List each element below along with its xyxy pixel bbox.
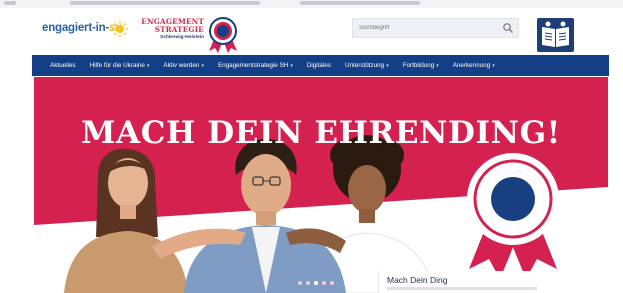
leichte-sprache-icon — [542, 21, 569, 47]
hero-headline: MACH DEIN EHRENDING! — [81, 114, 561, 151]
hero-banner: MACH DEIN EHRENDING! Mach Dein Ding — [34, 77, 608, 293]
caret-down-icon: ▾ — [146, 62, 150, 69]
carousel-dot[interactable] — [314, 281, 318, 285]
site-header: engagiert-in-SH ENGAGEMENT STRATEGIE Sch… — [0, 8, 623, 54]
nav-item[interactable]: Digitales — [307, 62, 331, 69]
carousel-dot[interactable] — [306, 281, 310, 285]
nav-list: Aktuelles Hilfe für die Ukraine ▾ Aktiv wer… — [32, 55, 609, 76]
carousel-dot[interactable] — [330, 281, 334, 285]
search-box — [352, 18, 519, 38]
main-navigation: Aktuelles Hilfe für die Ukraine ▾ Aktiv wer… — [32, 55, 609, 76]
strategy-line-3: Schleswig-Holstein — [160, 35, 204, 40]
strategy-line-2: STRATEGIE — [154, 25, 204, 34]
nav-item-label: Anerkennung — [452, 62, 491, 69]
carousel-indicators — [296, 281, 336, 285]
engagiert-in-sh-logo[interactable]: engagiert-in-SH — [42, 22, 121, 34]
rosette-badge-icon — [209, 17, 237, 53]
leichte-sprache-button[interactable] — [537, 18, 574, 52]
slide-caption-text-line — [387, 287, 537, 290]
engagementstrategie-logo[interactable]: ENGAGEMENT STRATEGIE Schleswig-Holstein — [140, 18, 204, 41]
nav-item-label: Hilfe für die Ukraine — [89, 62, 145, 69]
caret-down-icon: ▾ — [492, 62, 495, 69]
caret-down-icon: ▾ — [290, 62, 293, 69]
nav-item-label: Engagementstrategie SH — [217, 62, 289, 69]
nav-item[interactable]: Unterstützung ▾ — [345, 62, 389, 69]
sun-icon — [112, 21, 128, 37]
nav-item[interactable]: Anerkennung ▾ — [453, 62, 495, 69]
nav-item-label: Aktuelles — [50, 62, 76, 69]
nav-item[interactable]: Fortbildung ▾ — [403, 62, 439, 69]
magnifier-icon[interactable] — [502, 22, 514, 34]
brand-main-text: engagiert-in- — [42, 22, 110, 34]
nav-item[interactable]: Aktuelles — [50, 62, 76, 69]
slide-caption-title: Mach Dein Ding — [387, 275, 448, 285]
top-cropped-bar — [0, 0, 623, 8]
nav-item[interactable]: Engagementstrategie SH ▾ — [218, 62, 293, 69]
hero-photo-people — [34, 135, 608, 293]
caret-down-icon: ▾ — [436, 62, 439, 69]
caret-down-icon: ▾ — [386, 62, 389, 69]
carousel-dot[interactable] — [322, 281, 326, 285]
nav-item[interactable]: Hilfe für die Ukraine ▾ — [90, 62, 150, 69]
search-input[interactable] — [359, 22, 499, 34]
nav-item[interactable]: Aktiv werden ▾ — [163, 62, 204, 69]
nav-item-label: Digitales — [306, 62, 331, 69]
slide-caption-card[interactable]: Mach Dein Ding — [378, 271, 608, 293]
nav-item-label: Fortbildung — [402, 62, 435, 69]
caret-down-icon: ▾ — [201, 62, 204, 69]
carousel-dot[interactable] — [298, 281, 302, 285]
nav-item-label: Aktiv werden — [163, 62, 200, 69]
nav-item-label: Unterstützung — [344, 62, 385, 69]
